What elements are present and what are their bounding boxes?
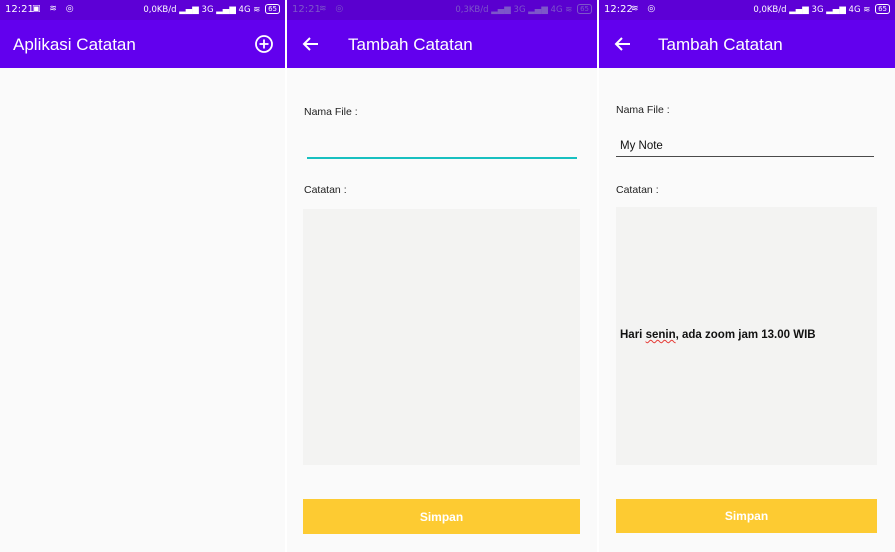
page-title: Tambah Catatan <box>348 35 473 54</box>
status-right: 0,0KB/d ▂▄▆ 3G ▂▄▆ 4G ≋ 65 <box>143 4 280 15</box>
screen-add-note-filled: 12:22 ≋ ◎ 0,0KB/d ▂▄▆ 3G ▂▄▆ 4G ≋ 65 Tam… <box>599 0 895 552</box>
battery-icon: 65 <box>875 4 890 14</box>
screen-add-note-empty: 12:21 ≋ ◎ 0,3KB/d ▂▄▆ 3G ▂▄▆ 4G ≋ 65 Tam… <box>287 0 597 552</box>
misspelled-word: senin <box>645 329 676 341</box>
note-text-start: Hari <box>620 329 646 341</box>
signal-icon: ▂▄▆ 3G ▂▄▆ 4G ≋ <box>491 5 573 15</box>
page-title: Aplikasi Catatan <box>13 35 136 54</box>
notification-icons: ≋ ◎ <box>319 4 347 14</box>
battery-icon: 65 <box>577 4 592 14</box>
save-button[interactable]: Simpan <box>616 499 877 533</box>
note-label: Catatan : <box>304 184 347 196</box>
arrow-left-icon[interactable] <box>300 33 322 55</box>
status-bar: 12:22 ≋ ◎ 0,0KB/d ▂▄▆ 3G ▂▄▆ 4G ≋ 65 <box>599 0 895 20</box>
app-bar: Aplikasi Catatan <box>0 20 285 68</box>
note-text-end: , ada zoom jam 13.00 WIB <box>675 329 816 341</box>
note-textarea[interactable] <box>303 209 580 465</box>
notification-icons: ≋ ◎ <box>631 4 659 14</box>
file-name-label: Nama File : <box>304 106 358 118</box>
save-button[interactable]: Simpan <box>303 499 580 534</box>
note-label: Catatan : <box>616 184 659 196</box>
status-time: 12:22 <box>604 4 633 15</box>
file-name-input[interactable] <box>616 138 874 157</box>
status-time: 12:21 <box>5 4 34 15</box>
battery-icon: 65 <box>265 4 280 14</box>
plus-circle-icon[interactable] <box>254 34 274 54</box>
page-title: Tambah Catatan <box>658 35 783 54</box>
status-time: 12:21 <box>292 4 321 15</box>
status-right: 0,3KB/d ▂▄▆ 3G ▂▄▆ 4G ≋ 65 <box>455 4 592 15</box>
status-bar: 12:21 ≋ ◎ 0,3KB/d ▂▄▆ 3G ▂▄▆ 4G ≋ 65 <box>287 0 597 20</box>
network-speed: 0,0KB/d <box>753 5 787 15</box>
screen-note-list: 12:21 ▣ ≋ ◎ 0,0KB/d ▂▄▆ 3G ▂▄▆ 4G ≋ 65 A… <box>0 0 285 552</box>
app-bar: Tambah Catatan <box>599 20 895 68</box>
status-right: 0,0KB/d ▂▄▆ 3G ▂▄▆ 4G ≋ 65 <box>753 4 890 15</box>
network-speed: 0,0KB/d <box>143 5 177 15</box>
note-content: Hari senin, ada zoom jam 13.00 WIB <box>620 329 816 341</box>
signal-icon: ▂▄▆ 3G ▂▄▆ 4G ≋ <box>789 5 871 15</box>
status-bar: 12:21 ▣ ≋ ◎ 0,0KB/d ▂▄▆ 3G ▂▄▆ 4G ≋ 65 <box>0 0 285 20</box>
file-name-label: Nama File : <box>616 104 670 116</box>
network-speed: 0,3KB/d <box>455 5 489 15</box>
signal-icon: ▂▄▆ 3G ▂▄▆ 4G ≋ <box>179 5 261 15</box>
arrow-left-icon[interactable] <box>612 33 634 55</box>
notification-icons: ▣ ≋ ◎ <box>32 4 77 14</box>
note-textarea[interactable]: Hari senin, ada zoom jam 13.00 WIB <box>616 207 877 465</box>
app-bar: Tambah Catatan <box>287 20 597 68</box>
file-name-input[interactable] <box>307 136 577 159</box>
